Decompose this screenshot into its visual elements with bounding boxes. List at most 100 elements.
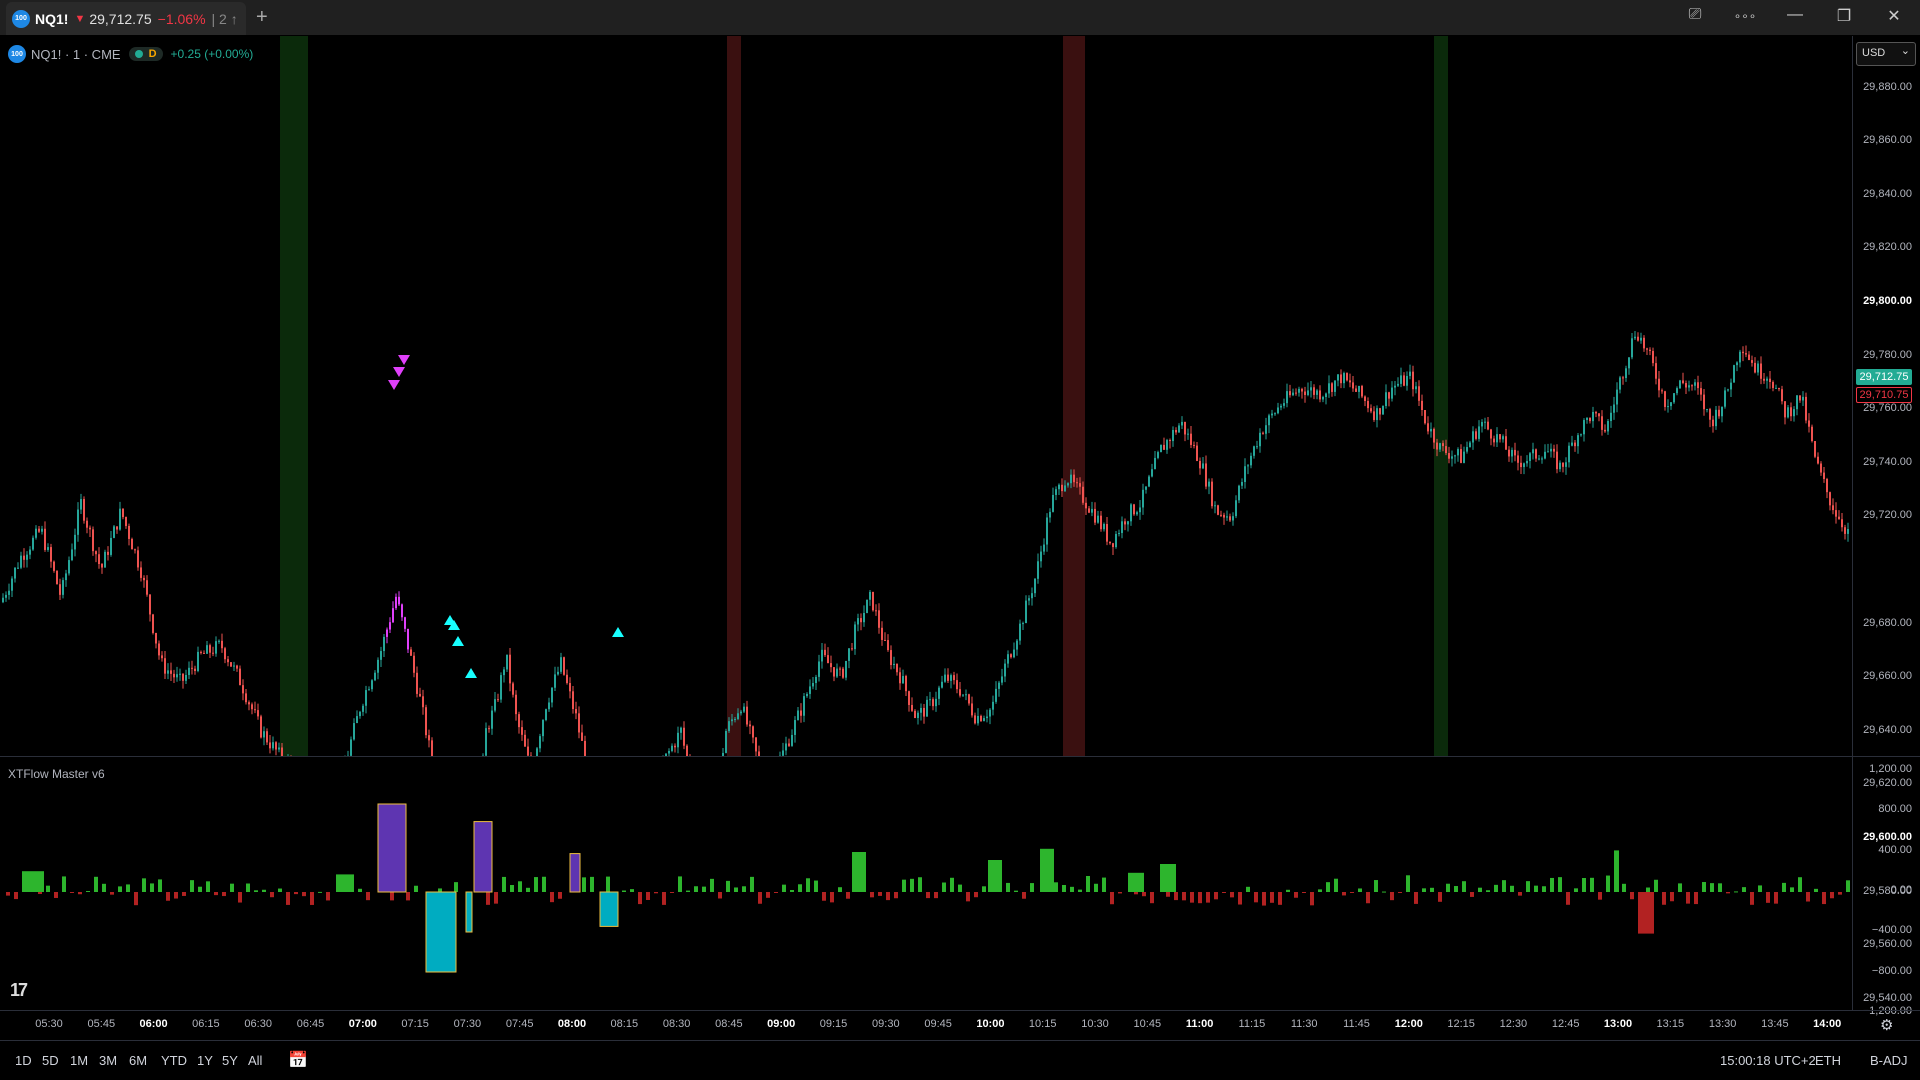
- candle-body: [992, 701, 994, 710]
- candle-body: [755, 737, 757, 752]
- candle-body: [353, 723, 355, 740]
- candle-body: [1361, 385, 1363, 397]
- histogram-bar: [1486, 890, 1490, 892]
- candle-body: [890, 650, 892, 666]
- candle-body: [365, 690, 367, 706]
- histogram-bar: [1670, 892, 1674, 902]
- candle-body: [212, 652, 214, 654]
- legend-symbol[interactable]: NQ1! · 1 · CME: [31, 47, 121, 62]
- tab-nq1[interactable]: 100 NQ1! ▼ 29,712.75 −1.06% | 2 ↑: [6, 2, 246, 35]
- histogram-bar: [118, 886, 122, 892]
- symbol-legend[interactable]: 100 NQ1! · 1 · CME D +0.25 (+0.00%): [8, 45, 253, 63]
- histogram-bar: [1262, 892, 1266, 906]
- range-button-ytd[interactable]: YTD: [161, 1053, 187, 1068]
- candle-body: [923, 707, 925, 717]
- candle-body: [269, 742, 271, 749]
- range-button-3m[interactable]: 3M: [99, 1053, 117, 1068]
- histogram-bar: [830, 892, 834, 903]
- candle-body: [557, 671, 559, 675]
- histogram-bar: [798, 884, 802, 892]
- range-button-6m[interactable]: 6M: [129, 1053, 147, 1068]
- candle-body: [1721, 406, 1723, 417]
- candle-body: [1130, 504, 1132, 522]
- time-axis-label: 06:15: [192, 1018, 220, 1030]
- time-axis-label: 08:30: [662, 1018, 691, 1030]
- histogram-bar: [766, 892, 770, 898]
- candle-body: [77, 509, 79, 535]
- candle-body: [206, 645, 208, 654]
- indicator-pane[interactable]: [0, 757, 1852, 1010]
- restore-button[interactable]: ❐: [1829, 6, 1859, 26]
- session-toggle[interactable]: ETH: [1815, 1053, 1841, 1068]
- histogram-bar: [1214, 892, 1218, 900]
- settings-gear-icon[interactable]: ⚙: [1880, 1016, 1893, 1034]
- tradingview-logo[interactable]: 17: [10, 980, 28, 1001]
- time-axis-label: 13:00: [1603, 1018, 1633, 1030]
- candle-body: [1442, 443, 1444, 447]
- minimize-button[interactable]: —: [1780, 6, 1810, 24]
- clock[interactable]: 15:00:18 UTC+2: [1720, 1053, 1816, 1068]
- candle-body: [1301, 388, 1303, 392]
- histogram-bar: [686, 890, 690, 892]
- candle-body: [1748, 354, 1750, 361]
- new-tab-button[interactable]: +: [256, 6, 268, 29]
- candle-body: [986, 716, 988, 719]
- goto-date-icon[interactable]: 📅: [288, 1050, 308, 1070]
- candle-body: [803, 696, 805, 716]
- adjustment-toggle[interactable]: B-ADJ: [1870, 1053, 1908, 1068]
- histogram-bar: [1462, 881, 1466, 892]
- candle-body: [1499, 434, 1501, 440]
- range-button-1y[interactable]: 1Y: [197, 1053, 213, 1068]
- close-button[interactable]: ✕: [1879, 6, 1909, 26]
- candle-body: [1334, 380, 1336, 392]
- candle-body: [404, 617, 406, 629]
- histogram-bar: [414, 885, 418, 892]
- candle-body: [914, 710, 916, 719]
- histogram-bar: [238, 892, 242, 903]
- candle-body: [128, 525, 130, 539]
- data-status-pill[interactable]: D: [128, 47, 163, 61]
- price-chart[interactable]: [0, 36, 1852, 756]
- candle-body: [62, 580, 64, 595]
- histogram-bar: [590, 876, 594, 892]
- candle-body: [1181, 421, 1183, 426]
- candle-body: [1565, 462, 1567, 467]
- layout-icon[interactable]: ⎚: [1680, 6, 1710, 24]
- range-button-1d[interactable]: 1D: [15, 1053, 32, 1068]
- candle-body: [1397, 383, 1399, 386]
- range-button-1m[interactable]: 1M: [70, 1053, 88, 1068]
- candle-body: [569, 683, 571, 692]
- time-axis-label: 13:45: [1761, 1018, 1789, 1030]
- currency-selector[interactable]: USD: [1856, 42, 1916, 66]
- candle-body: [1127, 521, 1129, 525]
- candle-body: [1463, 451, 1465, 463]
- indicator-title[interactable]: XTFlow Master v6: [8, 767, 105, 781]
- candle-body: [1232, 516, 1234, 521]
- candle-body: [1055, 489, 1057, 495]
- candle-body: [1094, 508, 1096, 523]
- range-button-5d[interactable]: 5D: [42, 1053, 59, 1068]
- candle-body: [1700, 388, 1702, 395]
- candle-body: [536, 748, 538, 756]
- time-axis-label: 12:45: [1551, 1018, 1580, 1030]
- histogram-bar: [1134, 892, 1138, 895]
- histogram-bar: [1694, 892, 1698, 905]
- range-button-all[interactable]: All: [248, 1053, 262, 1068]
- candle-body: [1043, 544, 1045, 552]
- candle-body: [1703, 394, 1705, 410]
- range-button-5y[interactable]: 5Y: [222, 1053, 238, 1068]
- time-axis-label: 08:45: [715, 1018, 743, 1030]
- histogram-bar: [958, 884, 962, 892]
- candle-body: [227, 659, 229, 663]
- histogram-bar: [182, 892, 186, 896]
- histogram-bar: [1022, 892, 1026, 899]
- indicator-axis-label: 1,200.00: [1869, 763, 1912, 775]
- candle-body: [1133, 504, 1135, 515]
- candle-body: [791, 734, 793, 746]
- histogram-bar: [1518, 892, 1522, 896]
- candle-body: [995, 688, 997, 702]
- more-options-icon[interactable]: ∘∘∘: [1730, 9, 1760, 23]
- indicator-axis[interactable]: 1,200.00 800.00 400.00 0.00 −400.00 −800.00 −1…: [1852, 757, 1920, 1017]
- candle-body: [749, 724, 751, 727]
- candle-body: [1430, 428, 1432, 432]
